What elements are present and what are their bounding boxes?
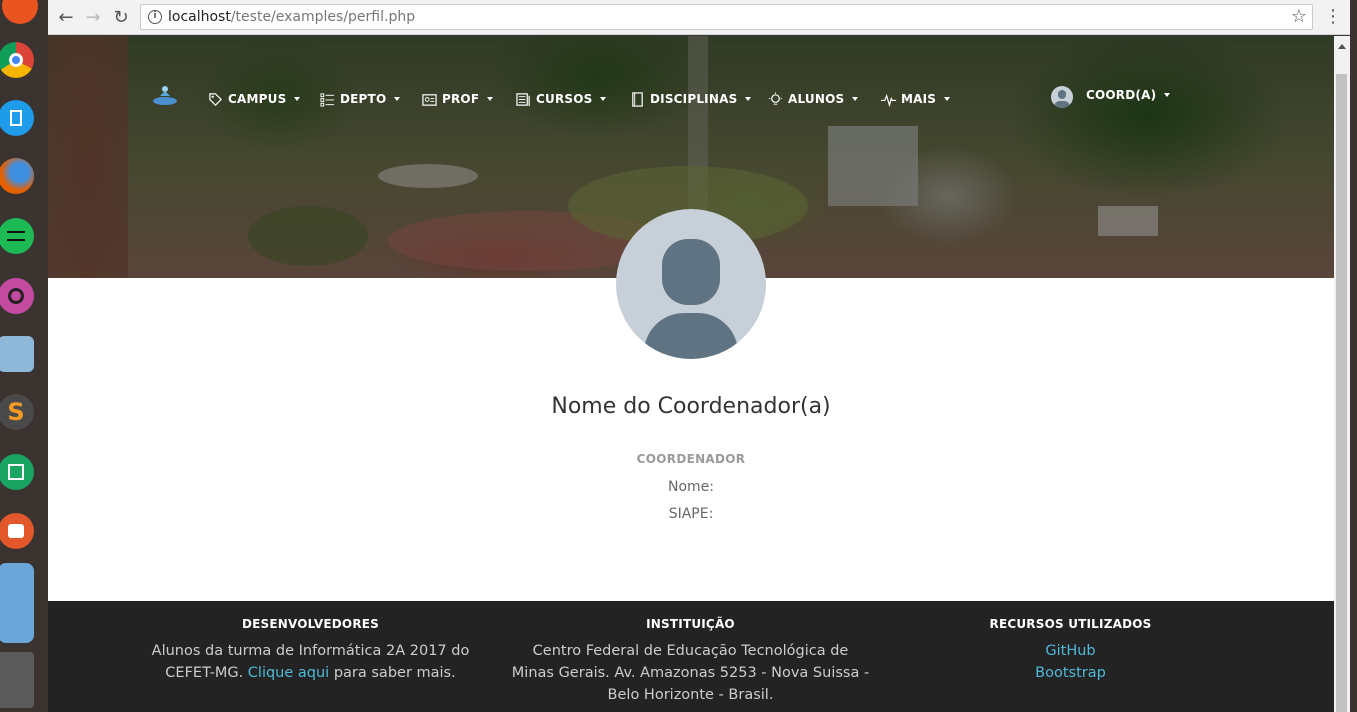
caret-down-icon — [487, 97, 494, 101]
page-viewport: CAMPUS DEPTO PROF CURSOS DISCIPLINAS ALU… — [48, 36, 1334, 712]
caret-down-icon — [1164, 93, 1171, 97]
footer-dev-line1: Alunos da turma de Informática 2A 2017 d… — [151, 643, 470, 659]
avatar-body — [644, 313, 738, 359]
id-card-icon — [422, 93, 437, 106]
forward-icon[interactable]: → — [82, 6, 104, 28]
spreadsheet-icon[interactable] — [0, 454, 34, 490]
nav-alunos-label: ALUNOS — [788, 92, 845, 106]
footer-dev-line2-post: para saber mais. — [333, 665, 456, 681]
role-label: COORDENADOR — [636, 452, 746, 466]
nav-campus[interactable]: CAMPUS — [208, 91, 301, 107]
footer-dev-text: Alunos da turma de Informática 2A 2017 d… — [138, 640, 483, 684]
sublime-icon[interactable]: S — [0, 394, 34, 430]
nav-depto-label: DEPTO — [340, 92, 387, 106]
user-avatar — [1051, 86, 1073, 108]
caret-down-icon — [294, 97, 301, 101]
nav-prof[interactable]: PROF — [422, 91, 494, 107]
scroll-up-arrow-icon[interactable] — [1338, 44, 1346, 49]
profile-avatar — [616, 209, 766, 359]
footer-res-title: RECURSOS UTILIZADOS — [989, 617, 1152, 631]
caret-down-icon — [745, 97, 752, 101]
footer-res-links: GitHub Bootstrap — [953, 640, 1188, 684]
nav-user-menu[interactable]: COORD(A) — [1051, 86, 1171, 108]
nav-prof-label: PROF — [442, 92, 480, 106]
caret-down-icon — [394, 97, 401, 101]
book-open-icon — [516, 92, 530, 106]
lightbulb-icon — [768, 91, 783, 105]
caret-down-icon — [600, 97, 607, 101]
footer: DESENVOLVEDORES Alunos da turma de Infor… — [48, 601, 1334, 712]
nav-disciplinas-label: DISCIPLINAS — [650, 92, 738, 106]
footer-dev-title: DESENVOLVEDORES — [241, 617, 380, 631]
list-icon — [320, 92, 335, 107]
nav-cursos-label: CURSOS — [536, 92, 593, 106]
footer-inst-line3: Belo Horizonte - Brasil. — [607, 687, 774, 703]
footer-institution: INSTITUIÇÃO Centro Federal de Educação T… — [503, 601, 878, 706]
ubuntu-dash-icon[interactable] — [2, 0, 38, 24]
footer-dev-line2: CEFET-MG. Clique aqui para saber mais. — [138, 662, 483, 684]
book-icon — [632, 91, 643, 107]
nav-campus-label: CAMPUS — [228, 92, 287, 106]
reload-icon[interactable]: ↻ — [110, 6, 132, 28]
avatar-head — [662, 239, 720, 305]
url-path: /teste/examples/perfil.php — [230, 9, 416, 25]
nav-mais-label: MAIS — [901, 92, 937, 106]
browser-toolbar: ← → ↻ i localhost/teste/examples/perfil.… — [48, 0, 1357, 35]
tag-icon — [209, 92, 222, 106]
stacked-apps-icon[interactable] — [0, 563, 34, 643]
nav-mais[interactable]: MAIS — [881, 91, 951, 107]
trash-icon[interactable] — [0, 652, 34, 708]
address-bar[interactable]: i localhost/teste/examples/perfil.php ☆ — [140, 4, 1313, 30]
files-icon[interactable] — [0, 100, 34, 136]
caret-down-icon — [944, 97, 951, 101]
firefox-icon[interactable] — [0, 158, 34, 194]
nav-depto[interactable]: DEPTO — [320, 91, 401, 107]
impress-icon[interactable] — [0, 513, 34, 549]
footer-developers: DESENVOLVEDORES Alunos da turma de Infor… — [138, 601, 483, 684]
github-link[interactable]: GitHub — [953, 640, 1188, 662]
field-siape: SIAPE: — [668, 506, 714, 522]
footer-inst-text: Centro Federal de Educação Tecnológica d… — [503, 640, 878, 706]
scrollbar-thumb[interactable] — [1336, 74, 1347, 712]
footer-inst-line1: Centro Federal de Educação Tecnológica d… — [532, 643, 849, 659]
audio-app-icon[interactable] — [0, 278, 34, 314]
url-host: localhost — [168, 9, 231, 25]
clique-aqui-link[interactable]: Clique aqui — [248, 665, 329, 681]
nav-alunos[interactable]: ALUNOS — [768, 91, 859, 107]
pulse-icon — [881, 93, 896, 107]
bootstrap-link[interactable]: Bootstrap — [953, 662, 1188, 684]
spotify-icon[interactable] — [0, 218, 34, 254]
caret-down-icon — [852, 97, 859, 101]
footer-dev-line2-pre: CEFET-MG. — [165, 665, 244, 681]
user-menu-label: COORD(A) — [1086, 88, 1157, 102]
page-scrollbar[interactable] — [1334, 36, 1350, 712]
browser-menu-icon[interactable]: ⋮ — [1324, 6, 1342, 27]
chrome-icon[interactable] — [0, 42, 34, 78]
brand-logo-icon[interactable] — [152, 84, 178, 108]
nav-cursos[interactable]: CURSOS — [516, 91, 607, 107]
back-icon[interactable]: ← — [55, 6, 77, 28]
footer-inst-line2: Minas Gerais. Av. Amazonas 5253 - Nova S… — [511, 665, 870, 681]
desktop-edge — [1350, 0, 1357, 712]
profile-name: Nome do Coordenador(a) — [551, 394, 831, 419]
virtualbox-icon[interactable] — [0, 336, 34, 372]
url-text[interactable]: localhost/teste/examples/perfil.php — [168, 9, 415, 25]
footer-inst-title: INSTITUIÇÃO — [646, 617, 735, 631]
field-nome: Nome: — [667, 479, 714, 495]
footer-resources: RECURSOS UTILIZADOS GitHub Bootstrap — [953, 601, 1188, 684]
bookmark-star-icon[interactable]: ☆ — [1291, 6, 1307, 27]
ubuntu-launcher: S — [0, 0, 48, 712]
nav-disciplinas[interactable]: DISCIPLINAS — [630, 91, 752, 107]
info-icon[interactable]: i — [148, 10, 162, 24]
